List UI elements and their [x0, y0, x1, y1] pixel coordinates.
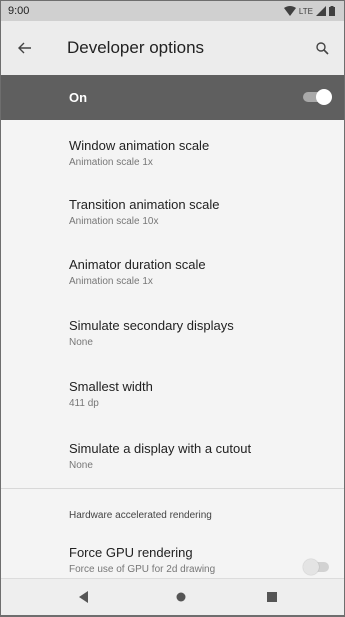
section-divider — [1, 488, 344, 489]
battery-icon — [329, 6, 335, 16]
setting-summary: None — [69, 460, 93, 471]
nav-back-button[interactable] — [74, 587, 94, 607]
wifi-icon — [283, 6, 296, 16]
setting-title: Simulate a display with a cutout — [69, 441, 252, 456]
search-button[interactable] — [306, 32, 338, 64]
category-header-hardware-rendering: Hardware accelerated rendering — [69, 510, 212, 521]
setting-title: Window animation scale — [69, 138, 210, 153]
setting-window-animation-scale[interactable]: Window animation scale Animation scale 1… — [69, 138, 344, 169]
master-toggle-knob — [316, 89, 332, 105]
screen: 9:00 LTE Developer options On Window ani… — [1, 1, 344, 615]
setting-simulate-display-cutout[interactable]: Simulate a display with a cutout None — [69, 441, 344, 472]
network-type-label: LTE — [298, 6, 313, 16]
master-toggle[interactable] — [303, 89, 332, 105]
arrow-back-icon — [18, 42, 31, 54]
gpu-toggle-knob — [303, 559, 319, 575]
nav-recents-icon — [267, 592, 277, 602]
setting-summary: Animation scale 10x — [69, 216, 159, 227]
nav-home-icon — [176, 592, 186, 602]
status-bar: 9:00 LTE — [1, 1, 344, 21]
signal-icon — [316, 6, 326, 16]
setting-smallest-width[interactable]: Smallest width 411 dp — [69, 379, 344, 410]
setting-title: Force GPU rendering — [69, 545, 193, 560]
setting-transition-animation-scale[interactable]: Transition animation scale Animation sca… — [69, 197, 344, 228]
setting-title: Simulate secondary displays — [69, 318, 234, 333]
setting-simulate-secondary-displays[interactable]: Simulate secondary displays None — [69, 318, 344, 349]
app-bar: Developer options — [1, 21, 344, 75]
nav-home-button[interactable] — [171, 587, 191, 607]
status-time: 9:00 — [8, 5, 30, 17]
setting-summary: Animation scale 1x — [69, 157, 153, 168]
setting-summary: 411 dp — [69, 398, 99, 409]
master-switch-label: On — [69, 90, 88, 105]
nav-recents-button[interactable] — [262, 587, 282, 607]
nav-back-icon — [79, 591, 88, 603]
setting-title: Transition animation scale — [69, 197, 220, 212]
setting-title: Smallest width — [69, 379, 153, 394]
setting-title: Animator duration scale — [69, 257, 206, 272]
search-icon — [315, 41, 329, 55]
page-title: Developer options — [67, 38, 205, 57]
setting-summary: None — [69, 337, 93, 348]
status-icons: LTE — [283, 6, 335, 16]
developer-options-master-switch[interactable]: On — [1, 75, 344, 120]
setting-force-gpu-rendering[interactable]: Force GPU rendering Force use of GPU for… — [69, 545, 294, 576]
system-nav-bar — [1, 578, 344, 615]
setting-animator-duration-scale[interactable]: Animator duration scale Animation scale … — [69, 257, 344, 288]
setting-summary: Force use of GPU for 2d drawing — [69, 564, 216, 575]
force-gpu-toggle[interactable] — [303, 559, 331, 575]
setting-summary: Animation scale 1x — [69, 276, 153, 287]
back-button[interactable] — [5, 28, 45, 68]
